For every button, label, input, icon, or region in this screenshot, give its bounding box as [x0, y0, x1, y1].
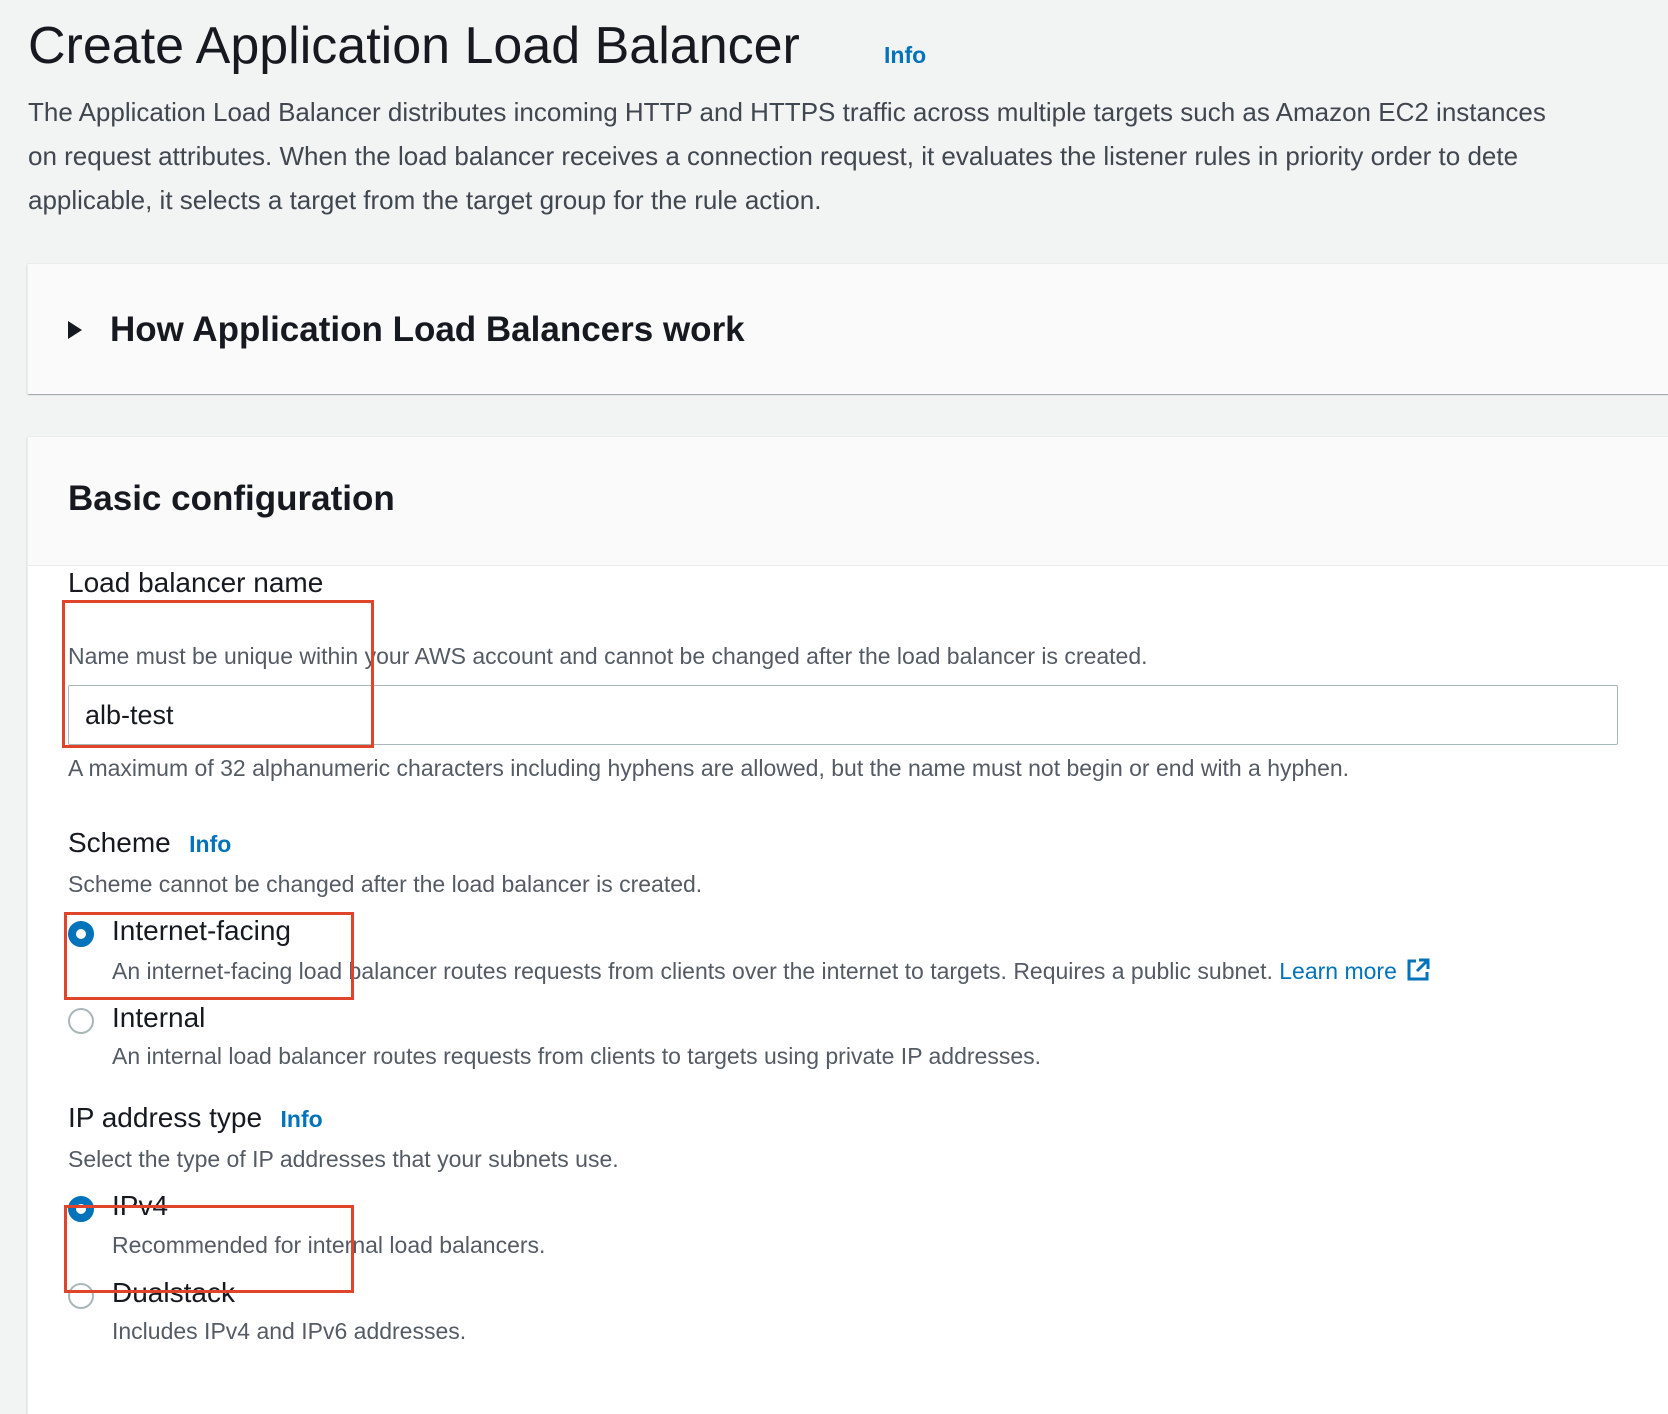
- ip-type-label: IP address type: [68, 1102, 263, 1133]
- internal-description: An internal load balancer routes request…: [112, 1043, 1042, 1069]
- internet-facing-description-text: An internet-facing load balancer routes …: [112, 958, 1273, 984]
- learn-more-label: Learn more: [1279, 958, 1397, 984]
- ip-type-description: Select the type of IP addresses that you…: [68, 1146, 619, 1172]
- learn-more-link[interactable]: Learn more: [1279, 958, 1431, 984]
- internal-label[interactable]: Internal: [112, 1002, 205, 1034]
- page-description-line: The Application Load Balancer distribute…: [28, 97, 1546, 127]
- page-title: Create Application Load Balancer: [28, 17, 800, 75]
- external-link-icon: [1407, 958, 1430, 981]
- name-field-description: Name must be unique within your AWS acco…: [68, 643, 1148, 669]
- panel-title: Basic configuration: [68, 479, 395, 518]
- page-description-line: on request attributes. When the load bal…: [28, 141, 1519, 171]
- page: Create Application Load Balancer Info Th…: [0, 0, 1668, 1414]
- basic-configuration-panel: Basic configuration Load balancer name N…: [27, 436, 1668, 1414]
- internet-facing-label[interactable]: Internet-facing: [112, 915, 291, 947]
- page-description-line: applicable, it selects a target from the…: [28, 185, 822, 215]
- ipv4-radio[interactable]: [68, 1196, 94, 1222]
- ip-type-info-link[interactable]: Info: [281, 1106, 323, 1132]
- ip-type-header: IP address type Info: [68, 1102, 323, 1134]
- how-it-works-panel: How Application Load Balancers work: [27, 263, 1668, 394]
- page-description: The Application Load Balancer distribute…: [28, 90, 1668, 222]
- title-info-link[interactable]: Info: [884, 42, 926, 69]
- ipv4-label[interactable]: IPv4: [112, 1190, 168, 1222]
- internet-facing-radio[interactable]: [68, 921, 94, 947]
- scheme-info-link[interactable]: Info: [189, 831, 231, 857]
- how-it-works-label: How Application Load Balancers work: [110, 310, 745, 349]
- caret-right-icon: [68, 321, 82, 339]
- ipv4-description: Recommended for internal load balancers.: [112, 1232, 546, 1258]
- scheme-description: Scheme cannot be changed after the load …: [68, 871, 703, 897]
- name-field-label: Load balancer name: [68, 567, 324, 598]
- internet-facing-description: An internet-facing load balancer routes …: [112, 957, 1431, 985]
- how-it-works-expander[interactable]: How Application Load Balancers work: [68, 310, 745, 350]
- internal-radio[interactable]: [68, 1008, 94, 1034]
- scheme-label: Scheme: [68, 827, 171, 858]
- dualstack-label[interactable]: Dualstack: [112, 1277, 235, 1309]
- name-field-constraint: A maximum of 32 alphanumeric characters …: [68, 755, 1350, 781]
- scheme-header: Scheme Info: [68, 827, 231, 859]
- dualstack-description: Includes IPv4 and IPv6 addresses.: [112, 1318, 467, 1344]
- panel-header: Basic configuration: [28, 437, 1668, 566]
- dualstack-radio[interactable]: [68, 1283, 94, 1309]
- load-balancer-name-input[interactable]: [68, 685, 1618, 745]
